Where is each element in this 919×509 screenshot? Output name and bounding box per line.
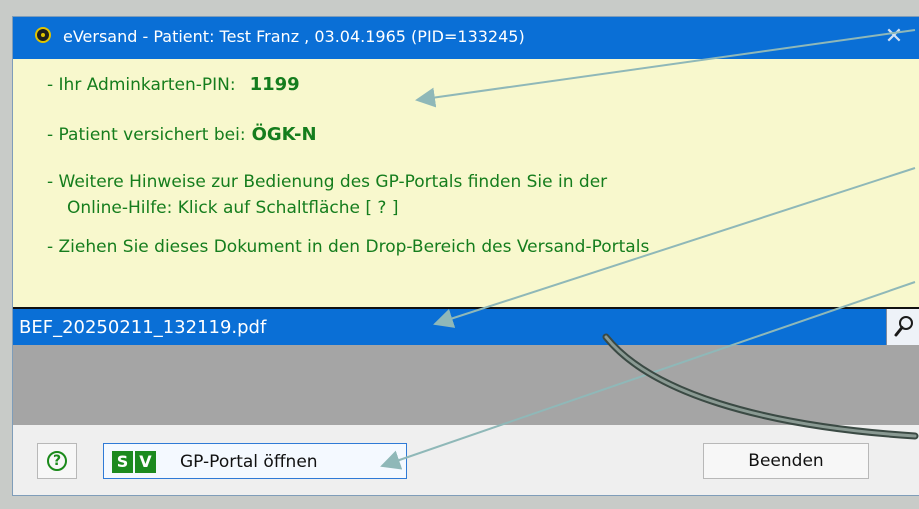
insurance-line: - Patient versichert bei: ÖGK-N	[47, 124, 317, 145]
insurance-value: ÖGK-N	[251, 124, 317, 145]
insurance-label: - Patient versichert bei:	[47, 125, 246, 145]
pin-value: 1199	[249, 74, 300, 95]
sv-logo-letter: V	[135, 451, 156, 473]
pin-label: - Ihr Adminkarten-PIN:	[47, 75, 236, 95]
file-name[interactable]: BEF_20250211_132119.pdf	[19, 317, 266, 338]
magnifier-button[interactable]	[886, 309, 919, 346]
close-icon[interactable]: ✕	[868, 17, 919, 59]
hint-line-2: Online-Hilfe: Klick auf Schaltfläche [ ?…	[67, 198, 399, 218]
gp-portal-label: GP-Portal öffnen	[180, 452, 318, 472]
pin-line: - Ihr Adminkarten-PIN: 1199	[47, 74, 300, 95]
info-panel: - Ihr Adminkarten-PIN: 1199 - Patient ver…	[13, 59, 919, 307]
help-icon: ?	[47, 451, 67, 471]
help-button[interactable]: ?	[37, 443, 77, 479]
window-title: eVersand - Patient: Test Franz , 03.04.1…	[63, 27, 525, 46]
magnifier-icon	[894, 316, 913, 337]
hint-line-1: - Weitere Hinweise zur Bedienung des GP-…	[47, 172, 608, 192]
app-icon	[35, 27, 51, 43]
drag-hint: - Ziehen Sie dieses Dokument in den Drop…	[47, 237, 650, 257]
sv-logo-icon: S V	[112, 451, 156, 473]
button-bar: ? S V GP-Portal öffnen Beenden	[13, 425, 919, 495]
file-row[interactable]: BEF_20250211_132119.pdf	[13, 307, 919, 347]
sv-logo-letter: S	[112, 451, 133, 473]
gp-portal-button[interactable]: S V GP-Portal öffnen	[103, 443, 407, 479]
exit-button[interactable]: Beenden	[703, 443, 869, 479]
title-bar: eVersand - Patient: Test Franz , 03.04.1…	[13, 17, 919, 59]
drop-area[interactable]	[13, 345, 919, 425]
eversand-dialog: eVersand - Patient: Test Franz , 03.04.1…	[12, 16, 919, 496]
